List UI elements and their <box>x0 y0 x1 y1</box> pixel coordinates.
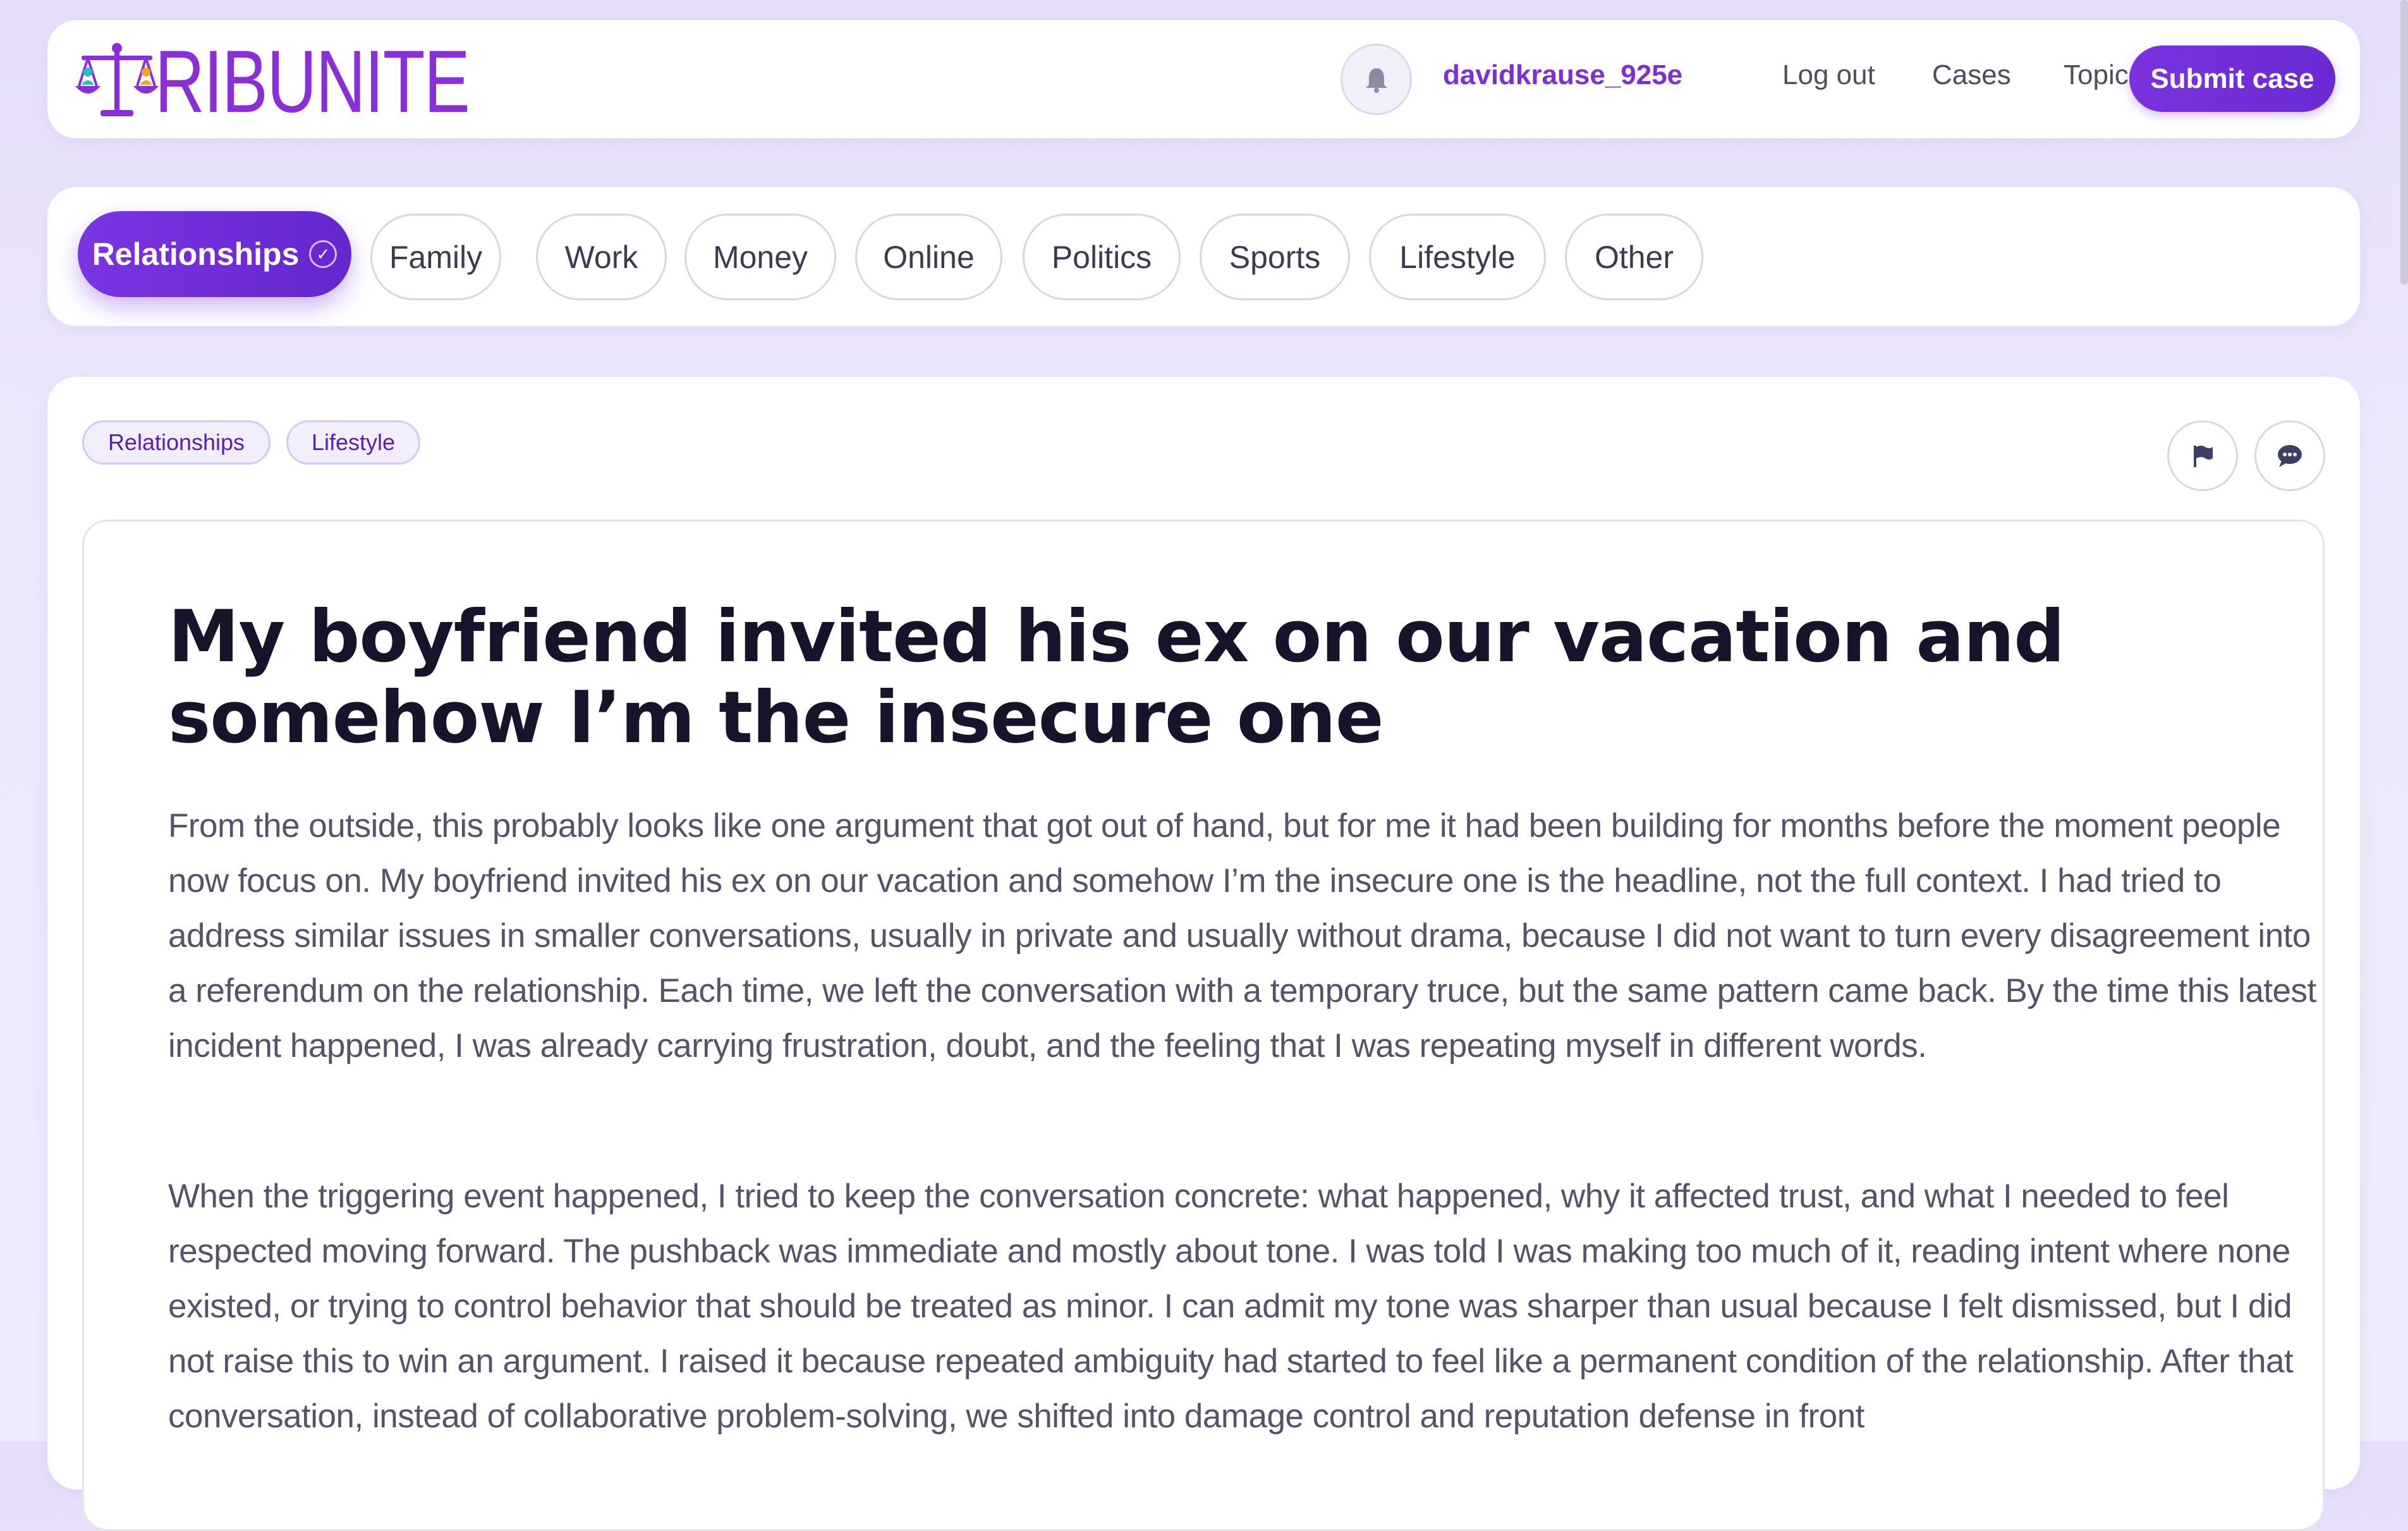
logo-text: RIBUNITE <box>155 32 470 131</box>
check-icon: ✓ <box>309 240 337 268</box>
category-chip-sports[interactable]: Sports <box>1200 214 1350 300</box>
category-chip-politics[interactable]: Politics <box>1023 214 1181 300</box>
tag-lifestyle[interactable]: Lifestyle <box>286 420 420 465</box>
comment-icon <box>2278 445 2302 467</box>
category-chip-work[interactable]: Work <box>536 214 667 300</box>
category-chip-label: Sports <box>1229 239 1321 275</box>
category-chip-online[interactable]: Online <box>855 214 1002 300</box>
notifications-button[interactable] <box>1341 44 1412 115</box>
username-link[interactable]: davidkrause_925e <box>1443 59 1682 91</box>
tag-relationships[interactable]: Relationships <box>82 420 271 465</box>
flag-icon <box>2194 446 2213 467</box>
page-scrollbar[interactable] <box>2400 0 2408 284</box>
category-chip-relationships[interactable]: Relationships ✓ <box>78 211 351 297</box>
category-chip-label: Family <box>389 239 483 275</box>
category-chip-label: Lifestyle <box>1399 239 1516 275</box>
bell-icon <box>1365 68 1387 93</box>
category-chip-money[interactable]: Money <box>684 214 836 300</box>
logout-link[interactable]: Log out <box>1782 59 1875 91</box>
case-card: Relationships Lifestyle My boyfriend inv… <box>47 377 2360 1531</box>
case-title: My boyfriend invited his ex on our vacat… <box>168 595 2065 759</box>
comment-button[interactable] <box>2254 420 2325 491</box>
case-paragraph: When the triggering event happened, I tr… <box>168 1178 2294 1435</box>
case-content: My boyfriend invited his ex on our vacat… <box>82 520 2325 1531</box>
cases-link[interactable]: Cases <box>1932 59 2011 91</box>
category-chip-label: Work <box>564 239 638 275</box>
category-chip-other[interactable]: Other <box>1565 214 1703 300</box>
top-nav-bar: RIBUNITE davidkrause_925e Log out Cases … <box>47 20 2360 138</box>
submit-case-button[interactable]: Submit case <box>2129 46 2335 112</box>
category-chip-label: Politics <box>1051 239 1152 275</box>
category-chip-label: Money <box>712 239 808 275</box>
category-chip-lifestyle[interactable]: Lifestyle <box>1369 214 1546 300</box>
category-filter-bar: Relationships ✓ Family Work Money Online… <box>47 187 2360 326</box>
category-chip-label: Online <box>883 239 975 275</box>
category-chip-label: Other <box>1594 239 1674 275</box>
case-paragraph: From the outside, this probably looks li… <box>168 807 2316 1064</box>
site-logo[interactable]: RIBUNITE <box>73 32 557 131</box>
category-chip-family[interactable]: Family <box>370 214 501 300</box>
scales-of-justice-icon <box>75 43 159 116</box>
report-button[interactable] <box>2167 420 2238 491</box>
category-chip-label: Relationships <box>92 236 300 272</box>
